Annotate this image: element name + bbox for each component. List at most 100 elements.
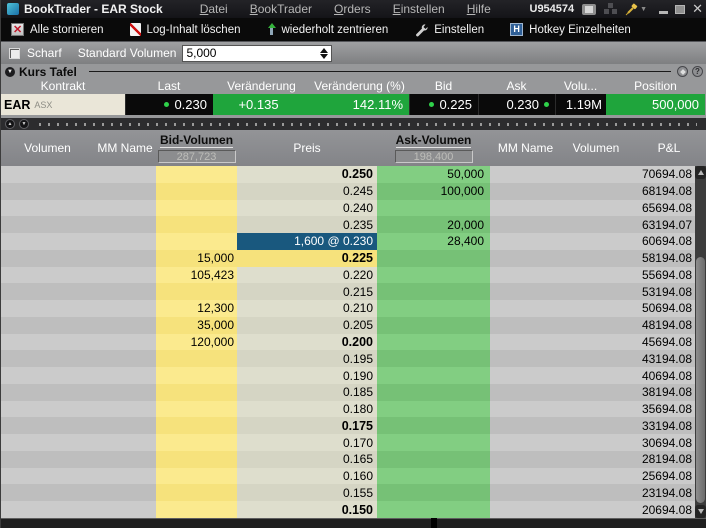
ask-volume-cell[interactable]: 50,000 (377, 166, 490, 183)
ask-volume-cell[interactable] (377, 267, 490, 284)
ask-volume-cell[interactable] (377, 501, 490, 518)
ask-volume-cell[interactable] (377, 283, 490, 300)
spinner-up-icon[interactable] (320, 48, 328, 53)
price-cell[interactable]: 0.210 (237, 300, 377, 317)
spinner-down-icon[interactable] (320, 54, 328, 59)
bid-volume-cell[interactable] (156, 401, 237, 418)
recenter-button[interactable]: wiederholt zentrieren (267, 23, 389, 36)
group-windows-icon[interactable] (604, 3, 617, 15)
bid-volume-cell[interactable] (156, 417, 237, 434)
ask-volume-cell[interactable] (377, 317, 490, 334)
bid-volume-cell[interactable] (156, 200, 237, 217)
bid-volume-cell[interactable]: 120,000 (156, 334, 237, 351)
bid-volume-cell[interactable] (156, 468, 237, 485)
armed-checkbox[interactable] (9, 48, 20, 59)
menu-datei[interactable]: Datei (189, 2, 239, 16)
size-spinner[interactable] (316, 46, 331, 61)
bid-volume-cell[interactable] (156, 233, 237, 250)
price-cell[interactable]: 0.195 (237, 350, 377, 367)
price-cell[interactable]: 0.215 (237, 283, 377, 300)
price-cell[interactable]: 0.150 (237, 501, 377, 518)
ask-volume-cell[interactable] (377, 367, 490, 384)
bid-volume-cell[interactable] (156, 183, 237, 200)
ask-volume-cell[interactable]: 100,000 (377, 183, 490, 200)
price-cell[interactable]: 0.175 (237, 417, 377, 434)
clear-log-button[interactable]: Log-Inhalt löschen (130, 23, 241, 36)
scroll-up-icon[interactable] (695, 166, 706, 179)
bid-volume-cell[interactable]: 15,000 (156, 250, 237, 267)
ask-volume-cell[interactable] (377, 300, 490, 317)
ask-volume-cell[interactable] (377, 384, 490, 401)
bid-volume-cell[interactable] (156, 451, 237, 468)
bid-volume-cell[interactable]: 12,300 (156, 300, 237, 317)
collapse-panel-icon[interactable]: ▼ (5, 67, 15, 77)
ask-volume-cell[interactable] (377, 451, 490, 468)
price-cell[interactable]: 1,600 @ 0.230 (237, 233, 377, 250)
price-cell[interactable]: 0.220 (237, 267, 377, 284)
price-cell[interactable]: 0.160 (237, 468, 377, 485)
configure-button[interactable]: Einstellen (414, 23, 484, 37)
price-cell[interactable]: 0.235 (237, 216, 377, 233)
hotkey-details-button[interactable]: H Hotkey Einzelheiten (510, 23, 631, 36)
mm-name-right-cell (490, 267, 561, 284)
splitter-handle[interactable] (39, 123, 697, 126)
ask-volume-cell[interactable]: 20,000 (377, 216, 490, 233)
ask-volume-cell[interactable] (377, 250, 490, 267)
drag-handle-icon[interactable] (677, 66, 688, 77)
bid-volume-cell[interactable] (156, 216, 237, 233)
close-button[interactable]: ✕ (692, 4, 703, 14)
price-cell[interactable]: 0.225 (237, 250, 377, 267)
bid-volume-cell[interactable] (156, 384, 237, 401)
ask-volume-cell[interactable] (377, 401, 490, 418)
minimize-button[interactable] (659, 11, 668, 14)
price-cell[interactable]: 0.190 (237, 367, 377, 384)
price-cell[interactable]: 0.180 (237, 401, 377, 418)
price-cell[interactable]: 0.155 (237, 484, 377, 501)
splitter-down-icon[interactable]: ▼ (19, 119, 29, 129)
scrollbar-thumb[interactable] (696, 257, 705, 503)
price-cell[interactable]: 0.240 (237, 200, 377, 217)
price-cell[interactable]: 0.165 (237, 451, 377, 468)
bid-volume-cell[interactable]: 105,423 (156, 267, 237, 284)
bid-volume-cell[interactable] (156, 484, 237, 501)
ask-volume-cell[interactable] (377, 350, 490, 367)
maximize-button[interactable] (675, 5, 685, 14)
price-cell[interactable]: 0.200 (237, 334, 377, 351)
menu-orders[interactable]: Orders (323, 2, 382, 16)
ask-volume-cell[interactable]: 28,400 (377, 233, 490, 250)
scroll-down-icon[interactable] (695, 505, 706, 518)
default-size-input[interactable]: 5,000 (182, 45, 332, 62)
bid-volume-cell[interactable] (156, 283, 237, 300)
splitter-up-icon[interactable]: ▲ (5, 119, 15, 129)
bid-volume-cell[interactable]: 35,000 (156, 317, 237, 334)
pin-button[interactable]: ▼ (625, 3, 647, 16)
price-cell[interactable]: 0.205 (237, 317, 377, 334)
help-icon[interactable]: ? (692, 66, 703, 77)
ladder-scrollbar[interactable] (695, 166, 706, 518)
bid-volume-cell[interactable] (156, 350, 237, 367)
price-cell[interactable]: 0.245 (237, 183, 377, 200)
panel-splitter[interactable]: ▲ ▼ (1, 118, 706, 130)
ask-volume-cell[interactable] (377, 434, 490, 451)
ask-volume-cell[interactable] (377, 484, 490, 501)
cancel-all-button[interactable]: Alle stornieren (11, 23, 104, 36)
ask-volume-cell[interactable] (377, 417, 490, 434)
contract-cell[interactable]: EAR ASX (1, 94, 125, 115)
menu-einstellen[interactable]: Einstellen (382, 2, 456, 16)
price-cell[interactable]: 0.170 (237, 434, 377, 451)
bid-cell[interactable]: 0.225 (409, 94, 478, 115)
bid-volume-cell[interactable] (156, 166, 237, 183)
ask-volume-cell[interactable] (377, 334, 490, 351)
bid-volume-cell[interactable] (156, 367, 237, 384)
bid-volume-cell[interactable] (156, 501, 237, 518)
menu-hilfe[interactable]: Hilfe (456, 2, 502, 16)
ask-volume-cell[interactable] (377, 468, 490, 485)
menu-booktrader[interactable]: BookTrader (239, 2, 323, 16)
last-price-cell[interactable]: 0.230 (125, 94, 213, 115)
bid-volume-cell[interactable] (156, 434, 237, 451)
price-cell[interactable]: 0.250 (237, 166, 377, 183)
price-cell[interactable]: 0.185 (237, 384, 377, 401)
ask-volume-cell[interactable] (377, 200, 490, 217)
screenshot-icon[interactable] (582, 4, 596, 15)
ask-cell[interactable]: 0.230 (478, 94, 555, 115)
